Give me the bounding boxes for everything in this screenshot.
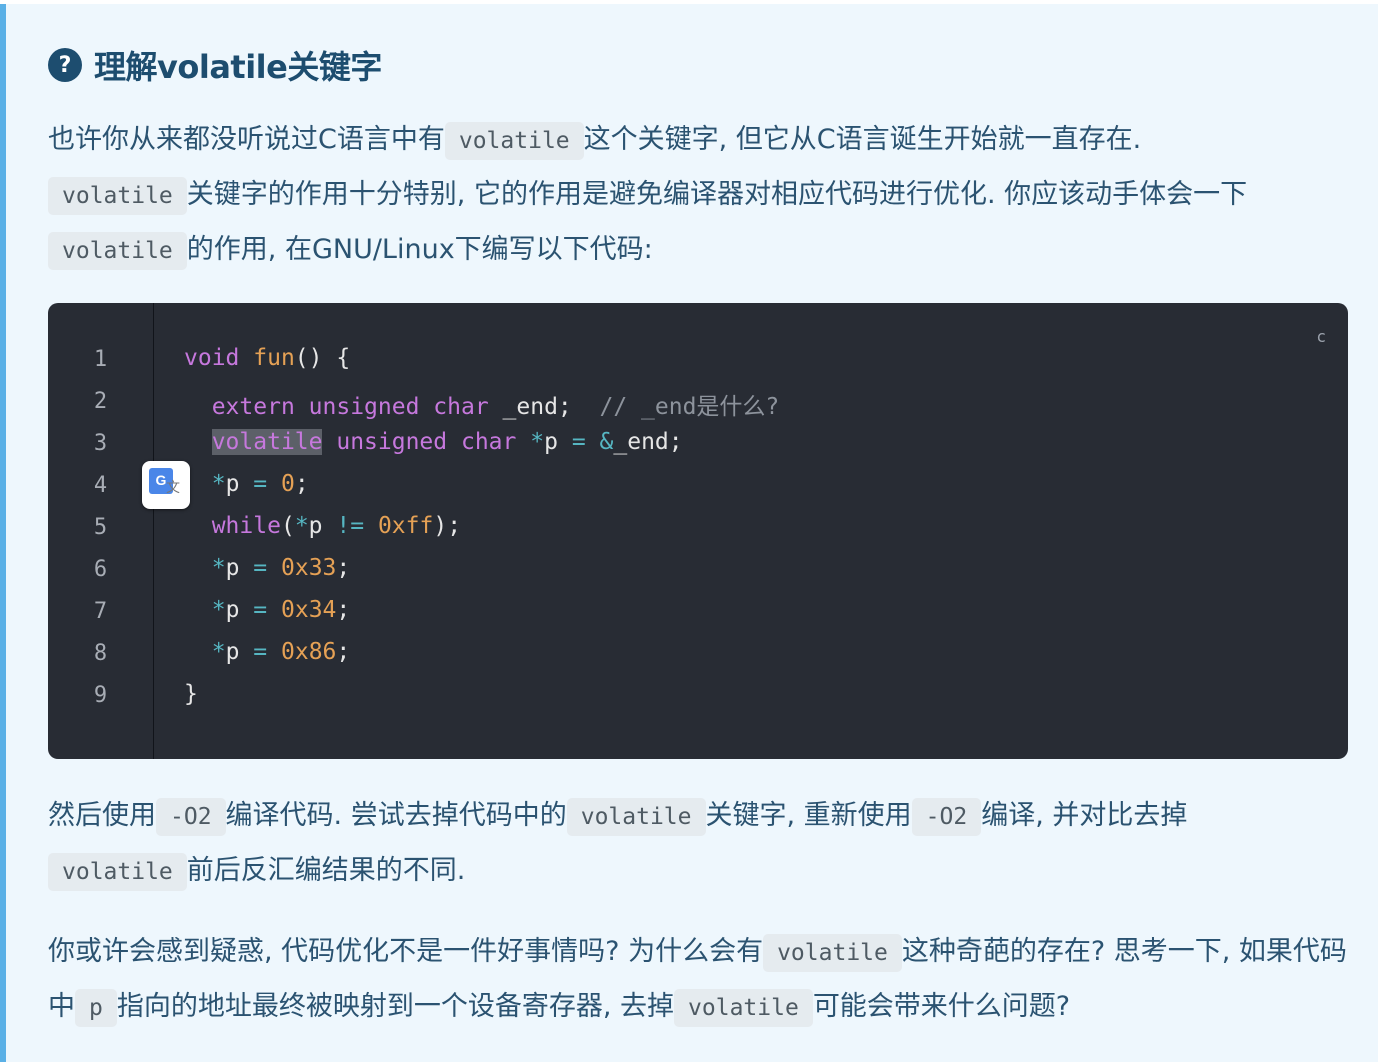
intro-text: 关键字的作用十分特别, 它的作用是避免编译器对相应代码进行优化. 你应该动手体会…: [186, 179, 1248, 210]
google-translate-icon[interactable]: G 文: [142, 461, 190, 509]
code-line: *p = 0x34;: [211, 597, 351, 623]
section-heading: ? 理解volatile关键字: [48, 42, 382, 88]
exercise-panel: ? 理解volatile关键字 也许你从来都没听说过C语言中有 volatile 这…: [0, 4, 1378, 1062]
compile-paragraph: 然后使用 -O2 编译代码. 尝试去掉代码中的 volatile 关键字, 重新使用 -O…: [48, 789, 1348, 899]
inline-code: -O2: [156, 798, 226, 836]
section-title: 理解volatile关键字: [94, 48, 382, 86]
inline-code: volatile: [48, 853, 187, 891]
paragraph-text: 指向的地址最终被映射到一个设备寄存器, 去掉: [116, 991, 675, 1022]
code-language-label: c: [1316, 327, 1326, 346]
paragraph-text: 编译, 并对比去掉: [981, 800, 1188, 831]
code-line: volatile unsigned char *p = &_end;: [211, 429, 683, 455]
line-number: 3: [93, 431, 108, 456]
line-number: 1: [93, 347, 108, 372]
line-number: 7: [93, 599, 108, 624]
intro-text: 这个关键字, 但它从C语言诞生开始就一直存在.: [583, 124, 1142, 155]
intro-paragraph: 也许你从来都没听说过C语言中有 volatile 这个关键字, 但它从C语言诞生开始…: [48, 113, 1348, 278]
line-number: 2: [93, 389, 108, 414]
intro-text: 也许你从来都没听说过C语言中有: [48, 124, 445, 155]
line-number: 4: [93, 473, 108, 498]
highlighted-keyword: volatile: [211, 429, 323, 455]
inline-code: volatile: [566, 798, 706, 836]
code-line: while(*p != 0xff);: [211, 513, 462, 539]
question-circle-icon: ?: [48, 48, 82, 82]
paragraph-text: 关键字, 重新使用: [705, 800, 912, 831]
inline-code: volatile: [444, 122, 584, 160]
line-number: 6: [93, 557, 108, 582]
line-number: 9: [93, 683, 108, 708]
inline-code: volatile: [763, 934, 902, 972]
translate-wen-glyph: 文: [166, 480, 180, 496]
paragraph-text: 前后反汇编结果的不同.: [186, 855, 466, 886]
code-line: *p = 0x33;: [211, 555, 351, 581]
code-block[interactable]: c 1 2 3 4 5 6 7 8 9 void fun() { extern …: [48, 303, 1348, 759]
inline-code: p: [75, 989, 117, 1027]
paragraph-text: 你或许会感到疑惑, 代码优化不是一件好事情吗? 为什么会有: [48, 936, 764, 967]
code-line: *p = 0;: [211, 471, 309, 497]
paragraph-text: 然后使用: [48, 800, 156, 831]
code-line: void fun() {: [184, 345, 351, 371]
code-line: *p = 0x86;: [211, 639, 351, 665]
inline-code: volatile: [48, 232, 187, 270]
line-number: 8: [93, 641, 108, 666]
inline-code: volatile: [674, 989, 813, 1027]
code-line: }: [184, 681, 198, 707]
inline-code: -O2: [911, 798, 982, 836]
intro-text: 的作用, 在GNU/Linux下编写以下代码:: [186, 234, 653, 265]
paragraph-text: 可能会带来什么问题?: [812, 991, 1071, 1022]
paragraph-text: 编译代码. 尝试去掉代码中的: [225, 800, 567, 831]
line-number: 5: [93, 515, 108, 540]
inline-code: volatile: [48, 177, 187, 215]
line-number-gutter: 1 2 3 4 5 6 7 8 9: [48, 303, 154, 759]
question-paragraph: 你或许会感到疑惑, 代码优化不是一件好事情吗? 为什么会有 volatile 这种奇…: [48, 925, 1348, 1035]
code-line: extern unsigned char _end; // _end是什么?: [211, 394, 780, 420]
